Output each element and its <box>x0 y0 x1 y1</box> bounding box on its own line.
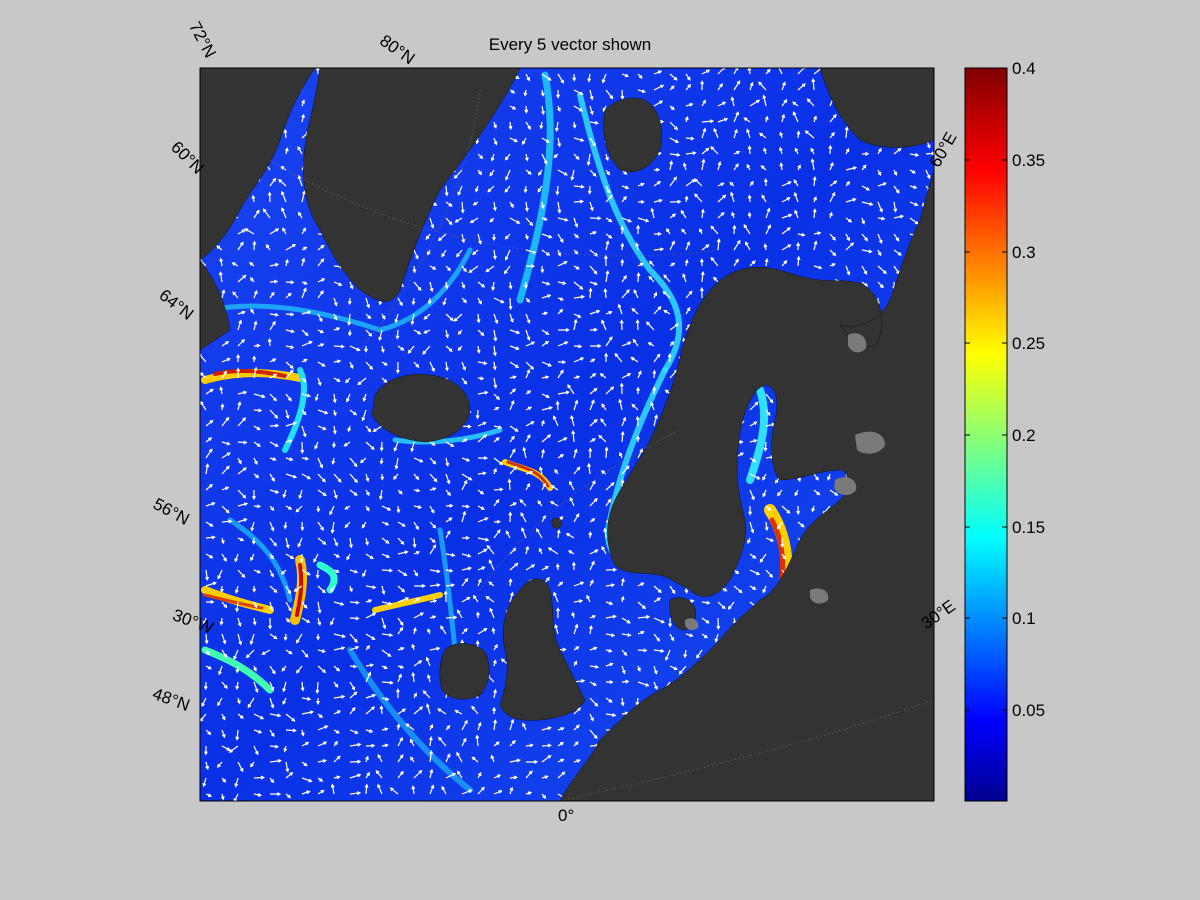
ireland <box>439 643 490 700</box>
colorbar-label: 0.25 <box>1012 334 1046 353</box>
colorbar-label: 0.35 <box>1012 151 1046 170</box>
map-figure: Every 5 vector shown 0.4 0.35 0.3 0.25 0… <box>0 0 1200 900</box>
colorbar-label: 0.1 <box>1012 609 1036 628</box>
colorbar-label: 0.4 <box>1012 59 1036 78</box>
colorbar-label: 0.2 <box>1012 426 1036 445</box>
colorbar-label: 0.15 <box>1012 518 1046 537</box>
colorbar-label: 0.05 <box>1012 701 1046 720</box>
map-panel <box>199 67 1008 802</box>
lon-label-0: 0° <box>558 806 575 825</box>
colorbar-label: 0.3 <box>1012 243 1036 262</box>
colorbar <box>964 67 1008 802</box>
faroe-islands <box>551 517 563 529</box>
